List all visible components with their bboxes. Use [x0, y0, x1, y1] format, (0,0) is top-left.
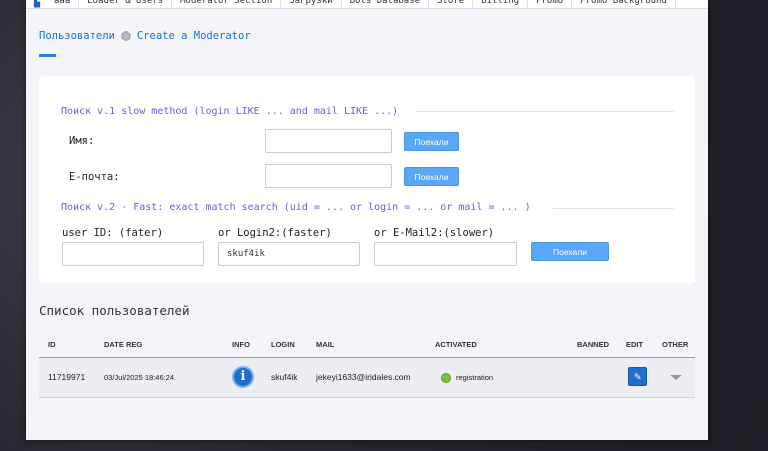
activated-status-icon: [441, 373, 451, 383]
exact-search-button[interactable]: Поехали: [531, 242, 609, 261]
login-label: or Login2:(faster): [218, 227, 332, 239]
login-input[interactable]: skuf4ik: [218, 242, 360, 266]
user-id-label: user ID: (fater): [62, 227, 164, 239]
nav-item-bots-database[interactable]: Bots Database: [342, 0, 430, 8]
email-label: E-почта:: [69, 171, 120, 183]
login-cell: skuf4ik: [271, 372, 298, 382]
breadcrumb: Пользователи Create a Moderator: [39, 30, 251, 42]
info-icon[interactable]: i: [232, 366, 254, 388]
nav-item-moderator-section[interactable]: Moderator Section: [172, 0, 282, 8]
nav-item-promo-background[interactable]: Promo Background: [572, 0, 676, 8]
column-header-banned[interactable]: BANNED: [577, 340, 609, 349]
home-icon[interactable]: ▙: [34, 0, 46, 8]
column-header-other: OTHER: [662, 340, 689, 349]
users-list-title: Список пользователей: [39, 303, 190, 318]
section-divider: [553, 208, 674, 209]
search-by-email-button[interactable]: Поехали: [404, 167, 459, 186]
nav-item-loader-users[interactable]: Loader & Users: [79, 0, 173, 8]
search-v2-title: Поиск v.2 - Fast: exact match search (ui…: [61, 202, 531, 213]
column-header-info: INFO: [232, 340, 250, 349]
main-panel: ▙ ааа Loader & Users Moderator Section З…: [26, 0, 708, 440]
gear-icon: [120, 31, 131, 41]
name-input[interactable]: [265, 129, 392, 153]
user-id-cell: 11719971: [48, 372, 86, 382]
chevron-down-icon[interactable]: [670, 375, 682, 380]
nav-item-billing[interactable]: Billing: [473, 0, 529, 8]
nav-item-store[interactable]: Store: [429, 0, 474, 8]
section-divider: [416, 111, 674, 112]
nav-item-promo[interactable]: Promo: [528, 0, 573, 8]
mail-cell: jekeyi1633@iridales.com: [316, 372, 411, 382]
top-navigation: ▙ ааа Loader & Users Moderator Section З…: [26, 0, 708, 9]
nav-item-downloads[interactable]: Загрузки: [281, 0, 342, 8]
breadcrumb-users-link[interactable]: Пользователи: [39, 30, 115, 42]
search-by-name-button[interactable]: Поехали: [404, 132, 459, 151]
nav-item-main[interactable]: ааа: [46, 0, 80, 8]
pencil-icon[interactable]: ✎: [628, 367, 647, 386]
date-reg-cell: 03/Jul/2025 18:46:24: [104, 373, 175, 382]
email-input[interactable]: [265, 164, 392, 188]
mail-label: or E-Mail2:(slower): [374, 227, 495, 239]
column-header-edit: EDIT: [626, 340, 644, 349]
search-v1-title: Поиск v.1 slow method (login LIKE ... an…: [61, 106, 399, 117]
users-table: ID DATE REG INFO LOGIN MAIL ACTIVATED BA…: [39, 332, 695, 398]
column-header-mail[interactable]: MAIL: [316, 340, 334, 349]
name-label: Имя:: [69, 135, 95, 147]
breadcrumb-create-moderator-link[interactable]: Create a Moderator: [137, 30, 251, 42]
table-row: 11719971 03/Jul/2025 18:46:24 i skuf4ik …: [39, 358, 695, 398]
column-header-id[interactable]: ID: [48, 340, 56, 349]
search-card: Поиск v.1 slow method (login LIKE ... an…: [39, 76, 695, 283]
active-tab-indicator: [39, 54, 56, 57]
column-header-activated[interactable]: ACTIVATED: [435, 340, 477, 349]
table-header: ID DATE REG INFO LOGIN MAIL ACTIVATED BA…: [39, 332, 695, 358]
activated-cell: registration: [456, 373, 494, 382]
mail-input[interactable]: [374, 242, 517, 266]
column-header-login[interactable]: LOGIN: [271, 340, 295, 349]
user-id-input[interactable]: [62, 242, 204, 266]
column-header-date-reg[interactable]: DATE REG: [104, 340, 142, 349]
